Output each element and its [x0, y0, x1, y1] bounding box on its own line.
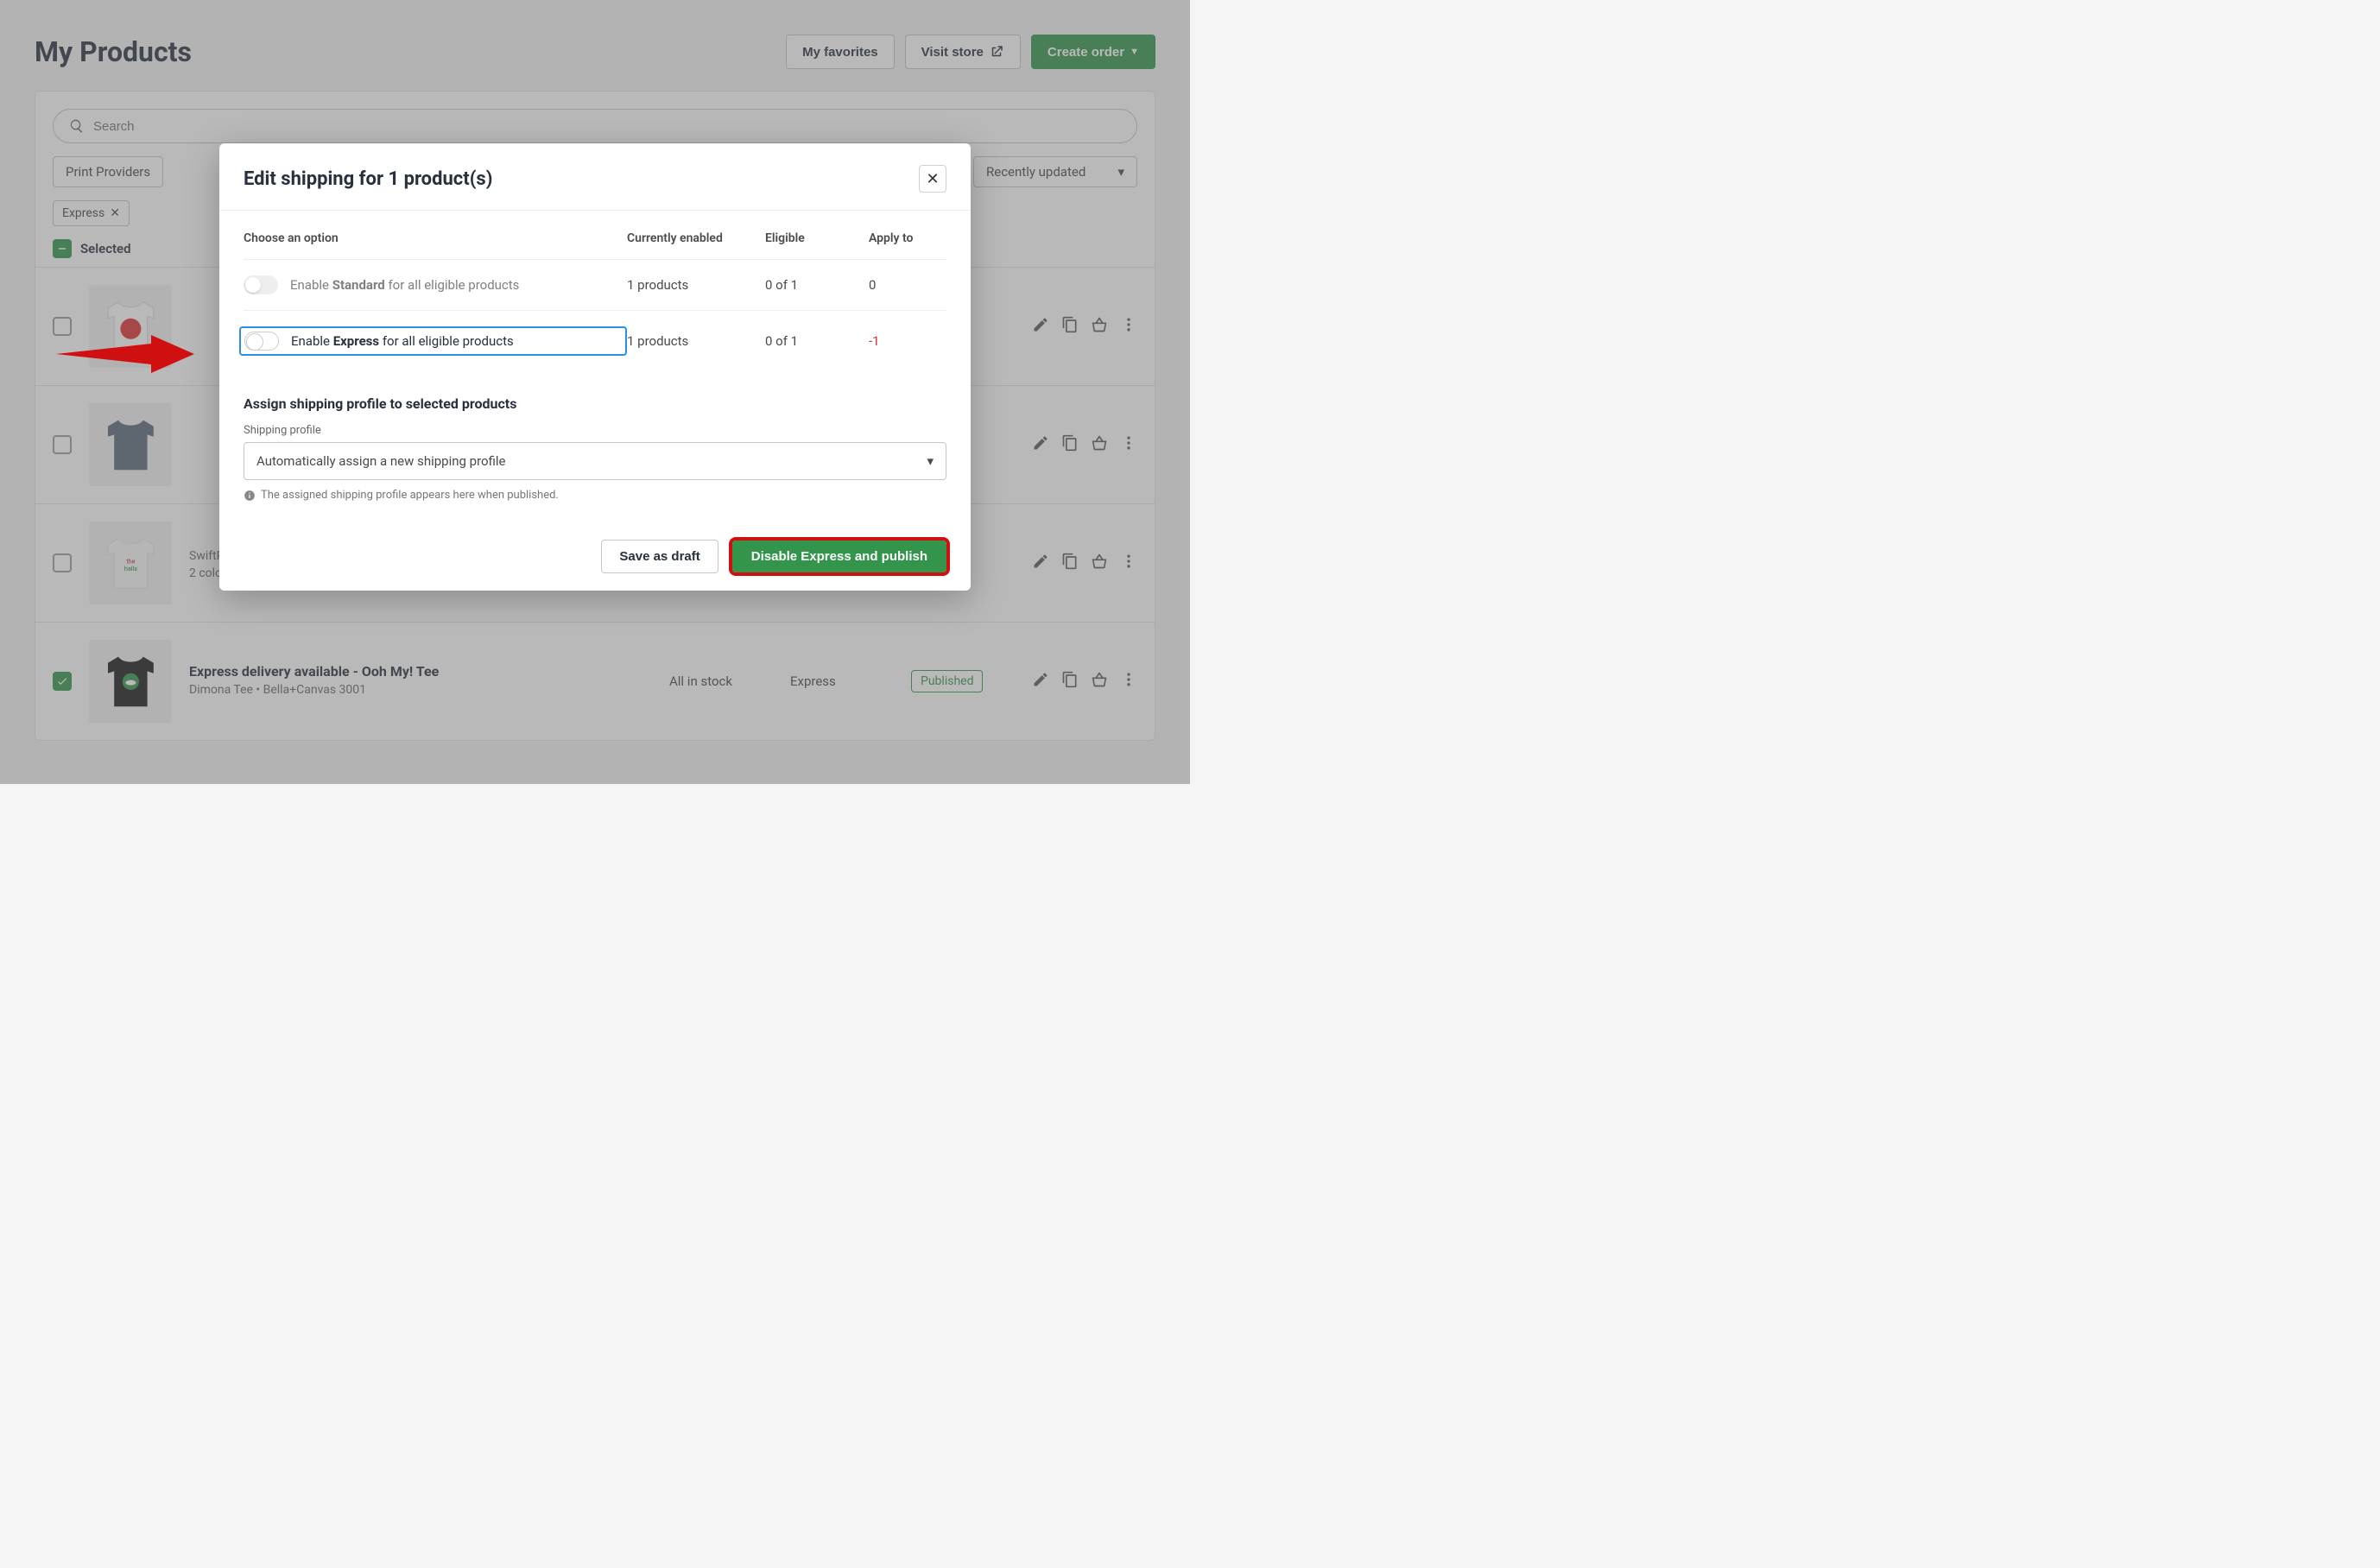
express-eligible-value: 0 of 1: [765, 333, 869, 349]
assign-heading: Assign shipping profile to selected prod…: [244, 395, 946, 412]
caret-down-icon: ▾: [927, 453, 934, 469]
close-icon: ✕: [926, 170, 939, 188]
standard-option-label: Enable Standard for all eligible product…: [290, 277, 519, 293]
express-enabled-value: 1 products: [627, 333, 765, 349]
standard-enabled-value: 1 products: [627, 277, 765, 293]
express-apply-value: -1: [869, 333, 946, 349]
profile-label: Shipping profile: [244, 424, 946, 437]
profile-hint: The assigned shipping profile appears he…: [244, 489, 946, 502]
standard-eligible-value: 0 of 1: [765, 277, 869, 293]
col-enabled-label: Currently enabled: [627, 231, 765, 245]
profile-value: Automatically assign a new shipping prof…: [256, 453, 506, 469]
col-apply-label: Apply to: [869, 231, 946, 245]
col-option-label: Choose an option: [244, 231, 627, 245]
col-eligible-label: Eligible: [765, 231, 869, 245]
express-option-label: Enable Express for all eligible products: [291, 333, 514, 349]
info-icon: [244, 490, 256, 502]
save-draft-button[interactable]: Save as draft: [601, 540, 718, 573]
modal-title: Edit shipping for 1 product(s): [244, 168, 492, 190]
standard-apply-value: 0: [869, 277, 946, 293]
toggle-express[interactable]: [244, 332, 279, 351]
option-row-standard: Enable Standard for all eligible product…: [244, 260, 946, 311]
close-button[interactable]: ✕: [919, 165, 946, 193]
option-row-express: Enable Express for all eligible products…: [244, 311, 946, 371]
shipping-modal: Edit shipping for 1 product(s) ✕ Choose …: [219, 143, 971, 591]
toggle-standard[interactable]: [244, 275, 278, 294]
disable-express-publish-button[interactable]: Disable Express and publish: [732, 541, 946, 572]
shipping-profile-select[interactable]: Automatically assign a new shipping prof…: [244, 442, 946, 480]
